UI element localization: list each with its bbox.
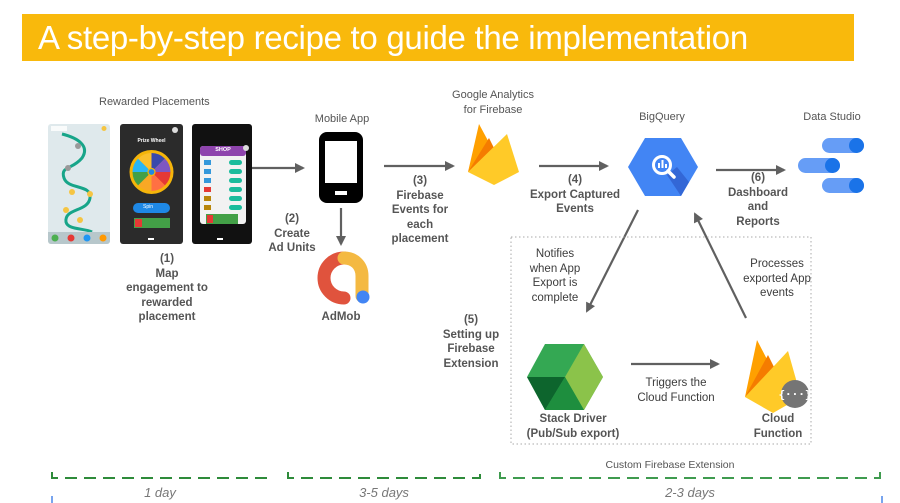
step3-line: Events for bbox=[391, 204, 449, 216]
stack-driver-label: Stack Driver (Pub/Sub export) bbox=[520, 412, 626, 441]
spin-button-label: Spin bbox=[142, 204, 153, 210]
step1-label: (1) Map engagement to rewarded placement bbox=[117, 252, 217, 325]
shop-screen-thumbnail: SHOP bbox=[192, 124, 252, 244]
timeline-bracket-1 bbox=[51, 472, 267, 479]
step1-line: Map bbox=[155, 267, 179, 280]
timeline-bracket-2 bbox=[287, 472, 481, 479]
step2-line: Create bbox=[274, 227, 310, 240]
cloud-function-label-line1: Cloud bbox=[761, 413, 795, 425]
processes-line: Processes bbox=[750, 258, 804, 270]
step5-line: Setting up bbox=[442, 328, 500, 341]
step4-line: Events bbox=[556, 203, 594, 215]
step5-line: Firebase bbox=[447, 343, 495, 355]
map-screen-thumbnail bbox=[48, 124, 110, 244]
step1-number: (1) bbox=[159, 253, 175, 265]
step3-label: (3) Firebase Events for each placement bbox=[382, 174, 458, 247]
step5-label: (5) Setting up Firebase Extension bbox=[434, 313, 508, 371]
step1-line: placement bbox=[138, 311, 196, 323]
step4-label: (4) Export Captured Events bbox=[520, 173, 630, 217]
step5-line: Extension bbox=[443, 357, 499, 370]
step3-number: (3) bbox=[412, 175, 428, 187]
step3-line: placement bbox=[391, 233, 449, 245]
custom-extension-label: Custom Firebase Extension bbox=[605, 459, 735, 471]
notifies-line: when App bbox=[529, 262, 581, 275]
cloud-function-icon: {···} bbox=[745, 340, 812, 413]
step4-number: (4) bbox=[567, 174, 583, 186]
triggers-line: Cloud Function bbox=[637, 391, 715, 404]
google-analytics-label-line2: for Firebase bbox=[463, 103, 523, 116]
step4-line: Export Captured bbox=[529, 188, 621, 201]
step3-line: Firebase bbox=[396, 189, 444, 202]
google-analytics-label-line1: Google Analytics bbox=[452, 89, 534, 101]
data-studio-label: Data Studio bbox=[803, 111, 861, 123]
triggers-annotation: Triggers the Cloud Function bbox=[630, 376, 722, 405]
prize-wheel-screen-thumbnail: Prize Wheel Spin bbox=[120, 124, 183, 244]
timeline-bracket-3 bbox=[499, 472, 881, 479]
bigquery-label: BigQuery bbox=[639, 111, 685, 123]
step6-line: Reports bbox=[736, 215, 780, 228]
firebase-icon bbox=[468, 124, 519, 185]
cloud-function-label-line2: Function bbox=[753, 427, 803, 440]
admob-label: AdMob bbox=[321, 311, 361, 323]
triggers-line: Triggers the bbox=[645, 377, 707, 389]
step6-line: Dashboard bbox=[727, 186, 789, 199]
notifies-annotation: Notifies when App Export is complete bbox=[524, 247, 586, 305]
arrow-bigquery-to-stackdriver bbox=[586, 209, 639, 313]
prize-wheel-title: Prize Wheel bbox=[137, 138, 166, 144]
step3-line: each bbox=[406, 218, 434, 231]
stack-driver-icon bbox=[527, 344, 603, 410]
bigquery-icon bbox=[628, 138, 698, 196]
cloud-function-badge-text: {···} bbox=[778, 388, 811, 401]
step6-label: (6) Dashboard and Reports bbox=[720, 171, 796, 229]
shop-title: SHOP bbox=[215, 147, 231, 153]
step6-line: and bbox=[747, 201, 769, 213]
processes-line: exported App bbox=[743, 272, 811, 285]
step1-line: rewarded bbox=[141, 296, 193, 309]
step2-number: (2) bbox=[284, 213, 300, 225]
google-analytics-label: Google Analytics for Firebase bbox=[440, 88, 546, 117]
cloud-function-label: Cloud Function bbox=[746, 412, 810, 441]
mobile-app-label: Mobile App bbox=[314, 113, 370, 125]
processes-annotation: Processes exported App events bbox=[737, 257, 817, 301]
step6-number: (6) bbox=[750, 172, 766, 184]
data-studio-icon bbox=[798, 138, 864, 193]
processes-line: events bbox=[760, 287, 794, 299]
step2-label: (2) Create Ad Units bbox=[260, 212, 324, 256]
step1-line: engagement to bbox=[126, 282, 208, 294]
mobile-phone-icon bbox=[319, 132, 363, 203]
notifies-line: Export is bbox=[532, 277, 578, 289]
timeline-label-3: 2-3 days bbox=[665, 485, 715, 500]
timeline-label-1: 1 day bbox=[144, 485, 176, 500]
rewarded-placements-label: Rewarded Placements bbox=[99, 96, 210, 108]
stack-driver-label-line1: Stack Driver bbox=[539, 413, 607, 425]
timeline-label-2: 3-5 days bbox=[359, 485, 409, 500]
step5-number: (5) bbox=[463, 314, 479, 326]
map-path-graphic bbox=[48, 126, 110, 244]
shop-graphic bbox=[200, 145, 249, 240]
notifies-line: Notifies bbox=[535, 248, 575, 260]
notifies-line: complete bbox=[531, 291, 579, 304]
admob-icon bbox=[317, 251, 370, 305]
stack-driver-label-line2: (Pub/Sub export) bbox=[526, 427, 620, 440]
